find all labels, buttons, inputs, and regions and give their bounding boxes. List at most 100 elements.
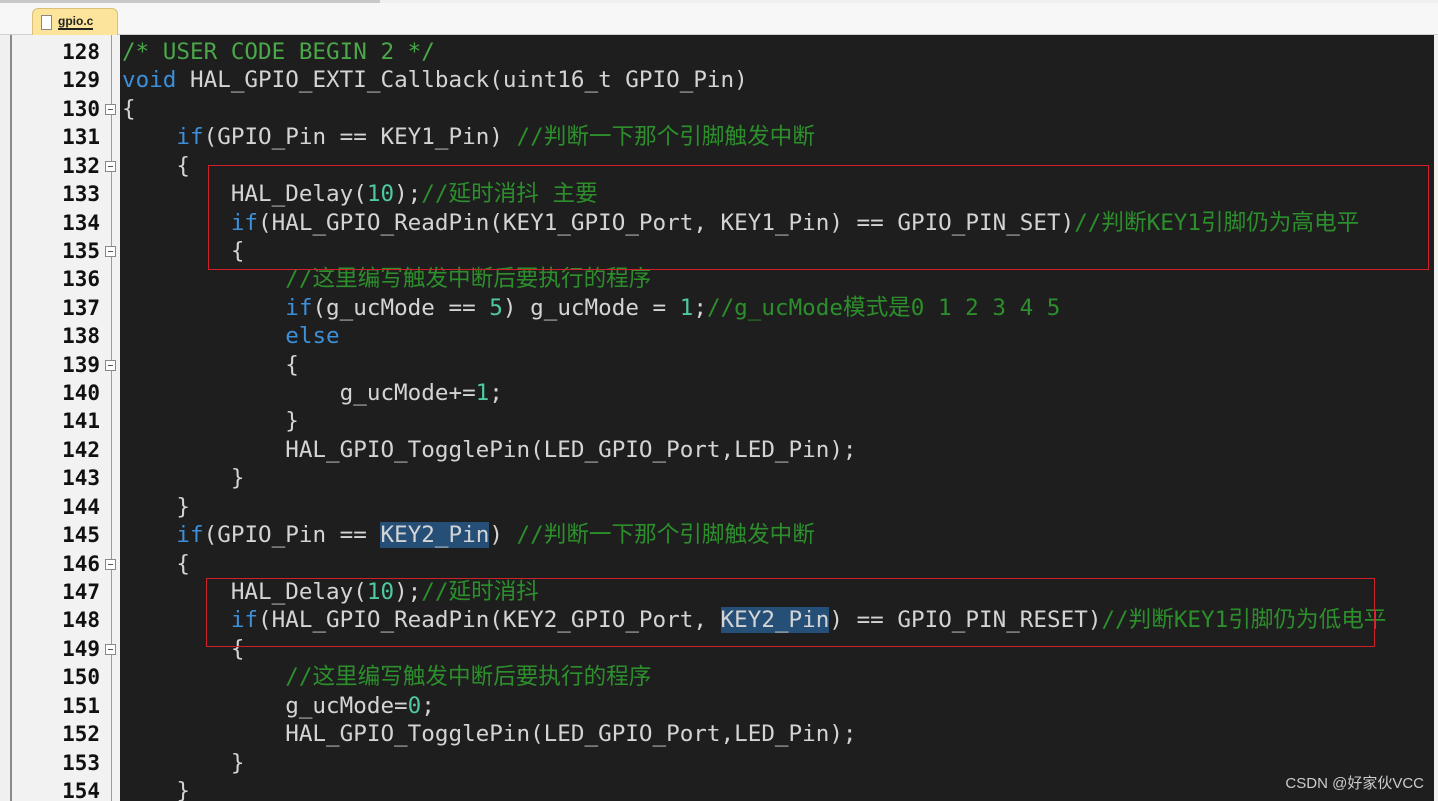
fold-collapse-icon[interactable]: [105, 103, 116, 115]
code-line: {: [122, 152, 190, 180]
line-number: 136: [62, 267, 100, 292]
code-area[interactable]: /* USER CODE BEGIN 2 */void HAL_GPIO_EXT…: [122, 35, 1434, 801]
line-number: 146: [62, 551, 100, 576]
keyword-token: if: [285, 294, 313, 321]
code-token: {: [122, 351, 299, 378]
highlighted-token: KEY2_Pin: [380, 522, 490, 549]
comment-token: /* USER CODE BEGIN 2 */: [122, 39, 435, 65]
code-token: }: [122, 408, 299, 435]
fold-collapse-icon[interactable]: [105, 245, 116, 257]
line-number: 131: [62, 125, 100, 150]
code-line: /* USER CODE BEGIN 2 */: [122, 38, 435, 66]
code-token: HAL_GPIO_TogglePin(LED_GPIO_Port,LED_Pin…: [122, 721, 857, 748]
code-line: }: [122, 407, 299, 435]
code-token: (g_ucMode ==: [312, 294, 490, 321]
annotation-box-key1: [208, 165, 1429, 270]
line-number: 138: [62, 324, 100, 349]
code-line: //这里编写触发中断后要执行的程序: [122, 663, 651, 691]
fold-collapse-icon[interactable]: [105, 558, 116, 570]
code-token: }: [122, 493, 191, 520]
line-number: 143: [62, 466, 100, 491]
comment-token: //这里编写触发中断后要执行的程序: [285, 266, 652, 293]
code-line: HAL_GPIO_TogglePin(LED_GPIO_Port,LED_Pin…: [122, 720, 857, 748]
fold-collapse-icon[interactable]: [105, 359, 116, 371]
code-token: HAL_GPIO_TogglePin(LED_GPIO_Port,LED_Pin…: [122, 436, 857, 463]
watermark: CSDN @好家伙VCC: [1285, 775, 1424, 792]
line-number: 145: [62, 523, 100, 548]
line-number: 135: [62, 238, 100, 263]
code-token: {: [122, 95, 136, 122]
comment-token: //判断一下那个引脚触发中断: [516, 124, 815, 151]
code-token: ): [489, 522, 517, 549]
code-token: g_ucMode=: [122, 692, 408, 719]
line-number: 144: [62, 494, 100, 519]
line-number: 134: [62, 210, 100, 235]
tab-bar: gpio.c: [0, 3, 1438, 35]
line-number: 142: [62, 437, 100, 462]
code-line: }: [122, 493, 190, 521]
code-token: ;: [489, 380, 503, 407]
code-line: if(GPIO_Pin == KEY1_Pin) //判断一下那个引脚触发中断: [122, 123, 815, 151]
code-line: }: [122, 464, 245, 492]
code-line: HAL_GPIO_TogglePin(LED_GPIO_Port,LED_Pin…: [122, 436, 857, 464]
code-token: (GPIO_Pin == KEY1_Pin): [203, 124, 517, 151]
code-line: {: [122, 95, 136, 123]
code-token: (GPIO_Pin ==: [203, 522, 381, 549]
code-line: g_ucMode=0;: [122, 692, 435, 720]
fold-guide: [111, 35, 112, 801]
code-token: ) g_ucMode =: [502, 294, 680, 321]
line-number: 153: [62, 750, 100, 775]
annotation-box-key2: [206, 578, 1375, 647]
line-number: 139: [62, 352, 100, 377]
code-line: if(g_ucMode == 5) g_ucMode = 1;//g_ucMod…: [122, 294, 1060, 322]
fold-collapse-icon[interactable]: [105, 643, 116, 655]
line-number: 140: [62, 381, 100, 406]
line-number: 130: [62, 96, 100, 121]
line-number: 133: [62, 182, 100, 207]
code-token: }: [122, 749, 245, 776]
line-number: 148: [62, 608, 100, 633]
code-editor[interactable]: 128 129 130 131 132 133 134 135 136 137 138 139 140 1…: [10, 35, 1434, 801]
number-token: 1: [679, 294, 694, 321]
line-number: 132: [62, 153, 100, 178]
comment-token: //g_ucMode模式是0 1 2 3 4 5: [706, 294, 1061, 321]
line-number: 152: [62, 722, 100, 747]
comment-token: //这里编写触发中断后要执行的程序: [285, 664, 652, 691]
code-token: {: [122, 550, 191, 577]
code-line: {: [122, 550, 190, 578]
code-line: }: [122, 777, 190, 801]
comment-token: //判断一下那个引脚触发中断: [516, 522, 815, 549]
keyword-token: else: [285, 323, 340, 350]
code-token: }: [122, 777, 191, 801]
line-number: 147: [62, 579, 100, 604]
file-icon: [41, 14, 52, 30]
line-number: 151: [62, 693, 100, 718]
fold-collapse-icon[interactable]: [105, 160, 116, 172]
code-token: }: [122, 465, 245, 492]
code-token: ;: [421, 692, 435, 719]
line-number: 154: [62, 778, 100, 801]
code-line: else: [122, 322, 340, 350]
number-token: 0: [407, 692, 422, 719]
tab-gpio-c[interactable]: gpio.c: [32, 8, 118, 35]
line-number: 129: [62, 68, 100, 93]
code-token: {: [122, 152, 191, 179]
keyword-token: void: [122, 67, 177, 94]
code-line: g_ucMode+=1;: [122, 379, 503, 407]
code-token: g_ucMode+=: [122, 380, 476, 407]
line-number: 141: [62, 409, 100, 434]
code-token: HAL_GPIO_EXTI_Callback(uint16_t GPIO_Pin…: [176, 67, 748, 94]
code-line: void HAL_GPIO_EXTI_Callback(uint16_t GPI…: [122, 66, 748, 94]
line-number: 137: [62, 295, 100, 320]
line-number: 150: [62, 665, 100, 690]
keyword-token: if: [176, 522, 204, 549]
line-number-gutter: 128 129 130 131 132 133 134 135 136 137 138 139 140 1…: [12, 35, 120, 801]
code-token: ;: [693, 294, 707, 321]
number-token: 1: [475, 380, 490, 407]
